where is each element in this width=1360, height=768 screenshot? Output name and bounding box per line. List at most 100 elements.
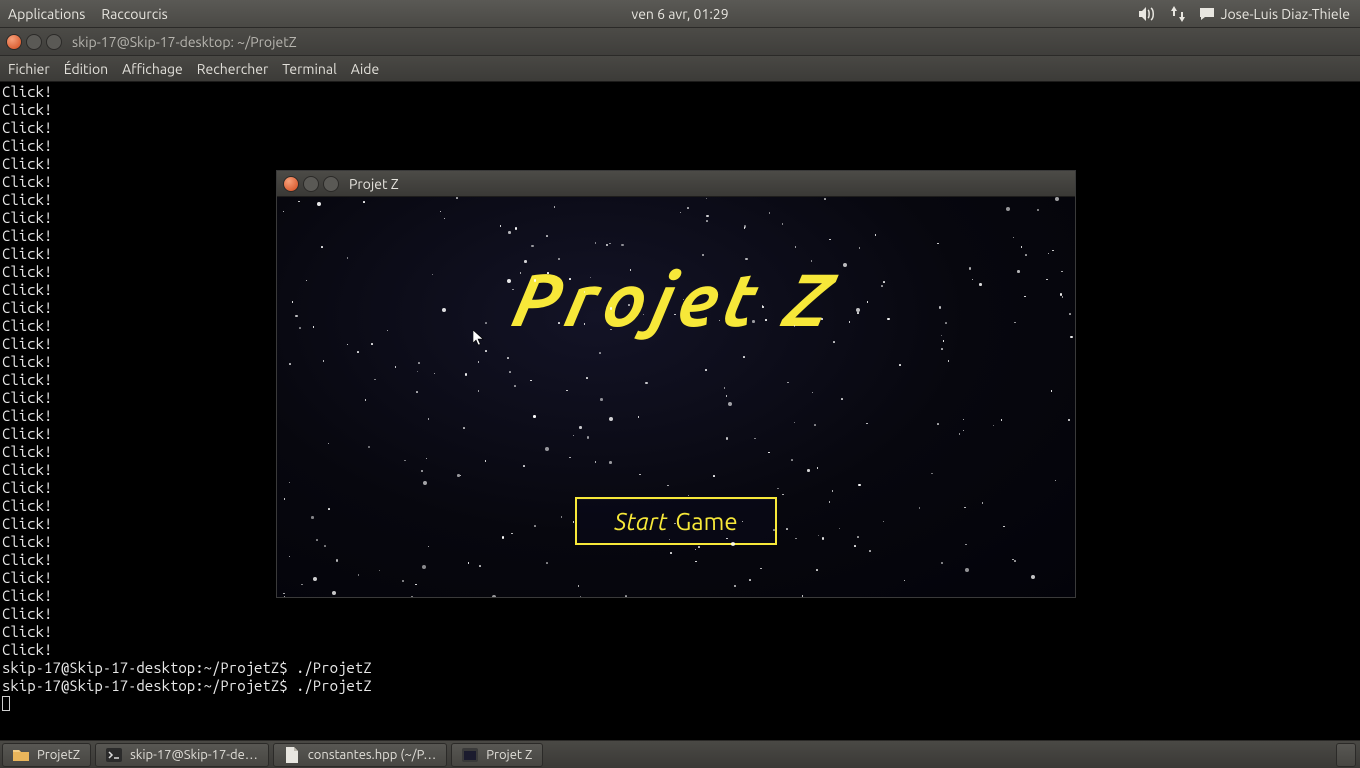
star — [328, 508, 330, 510]
star — [299, 327, 301, 329]
menu-terminal[interactable]: Terminal — [282, 61, 337, 77]
network-icon[interactable] — [1163, 0, 1193, 28]
star — [379, 570, 381, 572]
star — [887, 318, 890, 321]
star — [534, 525, 536, 527]
star — [667, 485, 669, 487]
task-button[interactable]: skip-17@Skip-17-de… — [95, 743, 269, 767]
star — [833, 341, 835, 343]
applications-menu[interactable]: Applications — [0, 6, 93, 22]
terminal-icon — [106, 747, 122, 763]
shortcuts-menu[interactable]: Raccourcis — [93, 6, 175, 22]
star — [931, 473, 933, 475]
star — [426, 458, 428, 460]
star — [875, 234, 877, 236]
star — [357, 351, 359, 353]
cursor-icon — [473, 330, 487, 352]
star — [794, 422, 796, 424]
star — [645, 382, 648, 385]
star — [639, 474, 641, 476]
star — [492, 595, 496, 597]
menu-edit[interactable]: Édition — [64, 61, 108, 77]
star — [422, 565, 426, 569]
terminal-titlebar[interactable]: skip-17@Skip-17-desktop: ~/ProjetZ — [0, 28, 1360, 56]
star — [816, 569, 818, 571]
maximize-button[interactable] — [323, 176, 339, 192]
star — [502, 536, 505, 539]
task-label: constantes.hpp (~/P… — [308, 748, 436, 762]
star — [284, 596, 286, 597]
star — [628, 304, 630, 306]
star — [854, 545, 856, 547]
star — [599, 352, 601, 354]
star — [284, 498, 286, 500]
star — [569, 278, 571, 280]
task-button[interactable]: constantes.hpp (~/P… — [273, 743, 447, 767]
star — [531, 245, 534, 248]
star — [289, 556, 291, 558]
star — [1069, 313, 1071, 315]
minimize-button[interactable] — [26, 34, 42, 50]
star — [937, 243, 939, 245]
star — [347, 344, 349, 346]
star — [726, 437, 729, 440]
user-menu[interactable]: Jose-Luis Diaz-Thiele — [1193, 6, 1360, 22]
star — [814, 424, 816, 426]
task-button[interactable]: ProjetZ — [2, 743, 91, 767]
star — [674, 314, 676, 316]
minimize-button[interactable] — [303, 176, 319, 192]
star — [368, 446, 371, 449]
star — [706, 220, 708, 222]
star — [465, 373, 468, 376]
panel-clock[interactable]: ven 6 avr, 01:29 — [631, 6, 728, 22]
menu-file[interactable]: Fichier — [8, 61, 50, 77]
star — [411, 596, 413, 597]
star — [979, 283, 982, 286]
star — [500, 225, 502, 227]
show-desktop-button[interactable] — [1336, 743, 1356, 767]
star — [713, 475, 715, 477]
star — [1017, 270, 1020, 273]
window-controls — [6, 34, 62, 50]
star — [371, 343, 373, 345]
star — [417, 371, 419, 373]
star — [941, 335, 943, 337]
maximize-button[interactable] — [46, 34, 62, 50]
star — [777, 488, 779, 490]
star — [524, 260, 527, 263]
star — [442, 308, 446, 312]
close-button[interactable] — [6, 34, 22, 50]
star — [749, 579, 751, 581]
star — [919, 507, 921, 509]
star — [939, 306, 942, 309]
star — [374, 379, 376, 381]
star — [734, 585, 737, 588]
star — [324, 545, 326, 547]
star — [404, 460, 406, 462]
menu-help[interactable]: Aide — [351, 61, 379, 77]
task-button[interactable]: Projet Z — [451, 743, 543, 767]
star — [587, 436, 590, 439]
star — [507, 279, 511, 283]
star — [965, 568, 969, 572]
window-controls — [283, 176, 339, 192]
star — [569, 457, 571, 459]
game-titlebar[interactable]: Projet Z — [277, 171, 1075, 197]
sound-icon[interactable] — [1133, 0, 1163, 28]
star — [578, 585, 580, 587]
star — [509, 371, 511, 373]
star — [728, 402, 732, 406]
menu-search[interactable]: Rechercher — [197, 61, 268, 77]
start-game-button[interactable]: Start Game — [575, 497, 777, 545]
star — [298, 201, 300, 203]
star — [762, 306, 764, 308]
star — [786, 528, 788, 530]
close-button[interactable] — [283, 176, 299, 192]
star — [769, 212, 771, 214]
menu-view[interactable]: Affichage — [122, 61, 183, 77]
star — [580, 596, 582, 597]
star — [754, 438, 756, 440]
star — [963, 430, 965, 432]
star — [609, 461, 612, 464]
star — [533, 415, 536, 418]
